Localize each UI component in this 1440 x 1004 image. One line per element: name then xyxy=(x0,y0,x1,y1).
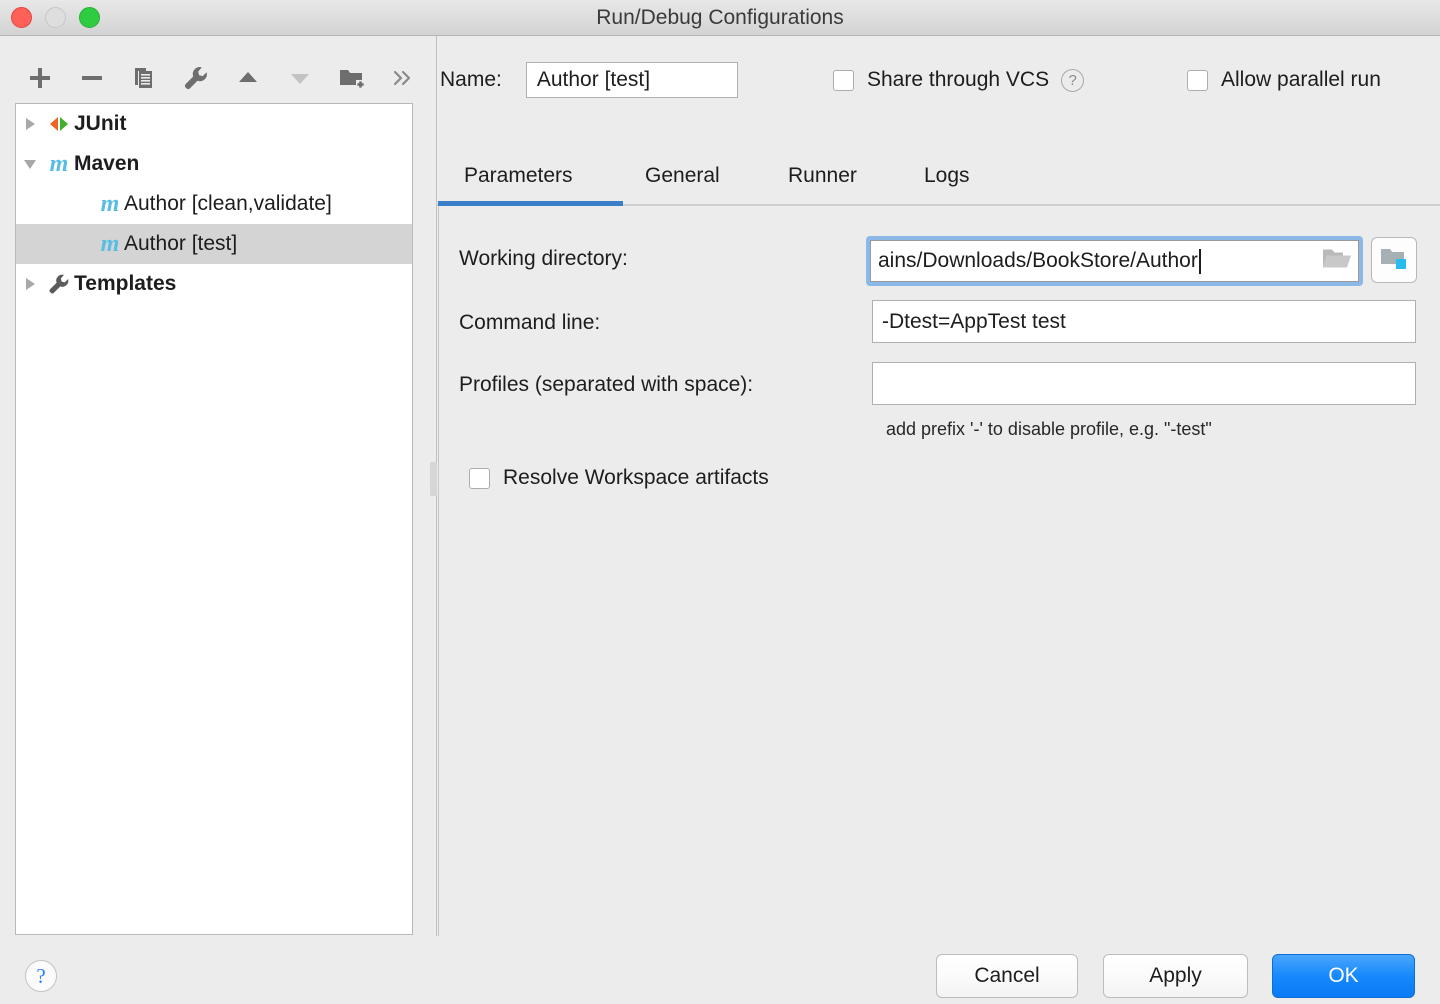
help-button[interactable]: ? xyxy=(25,960,57,992)
chevron-double-right-icon xyxy=(390,67,414,94)
wrench-icon xyxy=(44,272,74,296)
window-title: Run/Debug Configurations xyxy=(0,0,1440,35)
arrow-up-icon xyxy=(235,65,261,96)
maven-icon: m xyxy=(44,152,74,176)
collapse-toggle-maven[interactable] xyxy=(16,160,44,169)
command-line-value: -Dtest=AppTest test xyxy=(873,310,1066,334)
tree-item-label: Maven xyxy=(74,152,139,176)
folder-plus-icon xyxy=(338,65,366,96)
tab-runner[interactable]: Runner xyxy=(788,148,857,204)
text-cursor xyxy=(1199,249,1201,274)
macro-browse-button[interactable] xyxy=(1371,237,1417,283)
name-row: Name: Author [test] xyxy=(440,58,738,102)
chevron-right-icon xyxy=(26,118,35,130)
working-directory-value: ains/Downloads/BookStore/Author xyxy=(871,249,1198,273)
tab-logs[interactable]: Logs xyxy=(924,148,970,204)
dialog-footer: ? Cancel Apply OK xyxy=(0,936,1440,1004)
chevron-right-icon xyxy=(26,278,35,290)
add-button[interactable] xyxy=(18,58,62,102)
expand-toggle-templates[interactable] xyxy=(16,278,44,290)
tree-item-author-clean-validate[interactable]: m Author [clean,validate] xyxy=(16,184,412,224)
maven-icon: m xyxy=(96,192,124,216)
cancel-button[interactable]: Cancel xyxy=(936,954,1078,998)
expand-toggle-junit[interactable] xyxy=(16,118,44,130)
command-line-field[interactable]: -Dtest=AppTest test xyxy=(872,300,1416,343)
tree-item-label: Author [clean,validate] xyxy=(124,192,332,216)
allow-parallel-group: Allow parallel run xyxy=(1187,58,1381,102)
allow-parallel-label: Allow parallel run xyxy=(1221,68,1381,92)
maven-icon: m xyxy=(96,232,124,256)
copy-icon xyxy=(131,65,157,96)
command-line-label: Command line: xyxy=(459,311,600,335)
copy-button[interactable] xyxy=(122,58,166,102)
share-vcs-label: Share through VCS xyxy=(867,68,1049,92)
chevron-down-icon xyxy=(24,160,36,169)
remove-button[interactable] xyxy=(70,58,114,102)
tab-general[interactable]: General xyxy=(645,148,720,204)
working-directory-label: Working directory: xyxy=(459,247,628,271)
new-folder-button[interactable] xyxy=(330,58,374,102)
tab-parameters[interactable]: Parameters xyxy=(464,148,573,204)
allow-parallel-checkbox[interactable] xyxy=(1187,70,1208,91)
name-label: Name: xyxy=(440,68,502,92)
apply-button[interactable]: Apply xyxy=(1103,954,1248,998)
profiles-field[interactable] xyxy=(872,362,1416,405)
working-directory-field[interactable]: ains/Downloads/BookStore/Author xyxy=(866,236,1363,286)
more-options-button[interactable] xyxy=(380,58,424,102)
tree-item-label: Author [test] xyxy=(124,232,237,256)
wrench-icon xyxy=(182,64,210,97)
share-vcs-help-icon[interactable]: ? xyxy=(1061,69,1084,92)
folder-macro-icon xyxy=(1379,245,1409,276)
resolve-artifacts-label: Resolve Workspace artifacts xyxy=(503,466,769,490)
arrow-down-icon xyxy=(287,65,313,96)
tree-item-maven[interactable]: m Maven xyxy=(16,144,412,184)
folder-open-icon[interactable] xyxy=(1322,247,1352,276)
editor-tabs: Parameters General Runner Logs xyxy=(437,148,1440,206)
panel-divider-handle[interactable] xyxy=(430,462,437,496)
minus-icon xyxy=(79,65,105,96)
tree-item-label: JUnit xyxy=(74,112,127,136)
move-up-button[interactable] xyxy=(226,58,270,102)
resolve-artifacts-group: Resolve Workspace artifacts xyxy=(469,466,769,490)
name-input[interactable]: Author [test] xyxy=(526,62,738,98)
tree-item-label: Templates xyxy=(74,272,176,296)
junit-icon xyxy=(44,114,74,134)
run-debug-configurations-dialog: Run/Debug Configurations xyxy=(0,0,1440,1004)
tree-item-author-test[interactable]: m Author [test] xyxy=(16,224,412,264)
profiles-label: Profiles (separated with space): xyxy=(459,373,753,397)
configuration-editor-pane: Name: Author [test] Share through VCS ? … xyxy=(437,36,1440,936)
tree-item-junit[interactable]: JUnit xyxy=(16,104,412,144)
move-down-button[interactable] xyxy=(278,58,322,102)
title-bar: Run/Debug Configurations xyxy=(0,0,1440,36)
edit-templates-button[interactable] xyxy=(174,58,218,102)
ok-button[interactable]: OK xyxy=(1272,954,1415,998)
share-vcs-checkbox[interactable] xyxy=(833,70,854,91)
tree-item-templates[interactable]: Templates xyxy=(16,264,412,304)
parameters-panel: Working directory: ains/Downloads/BookSt… xyxy=(438,206,1440,936)
plus-icon xyxy=(27,65,53,96)
share-vcs-group: Share through VCS ? xyxy=(833,58,1084,102)
resolve-artifacts-checkbox[interactable] xyxy=(469,468,490,489)
profiles-hint: add prefix '-' to disable profile, e.g. … xyxy=(886,419,1212,440)
configurations-tree[interactable]: JUnit m Maven m Author [clean,validate] … xyxy=(15,103,413,935)
